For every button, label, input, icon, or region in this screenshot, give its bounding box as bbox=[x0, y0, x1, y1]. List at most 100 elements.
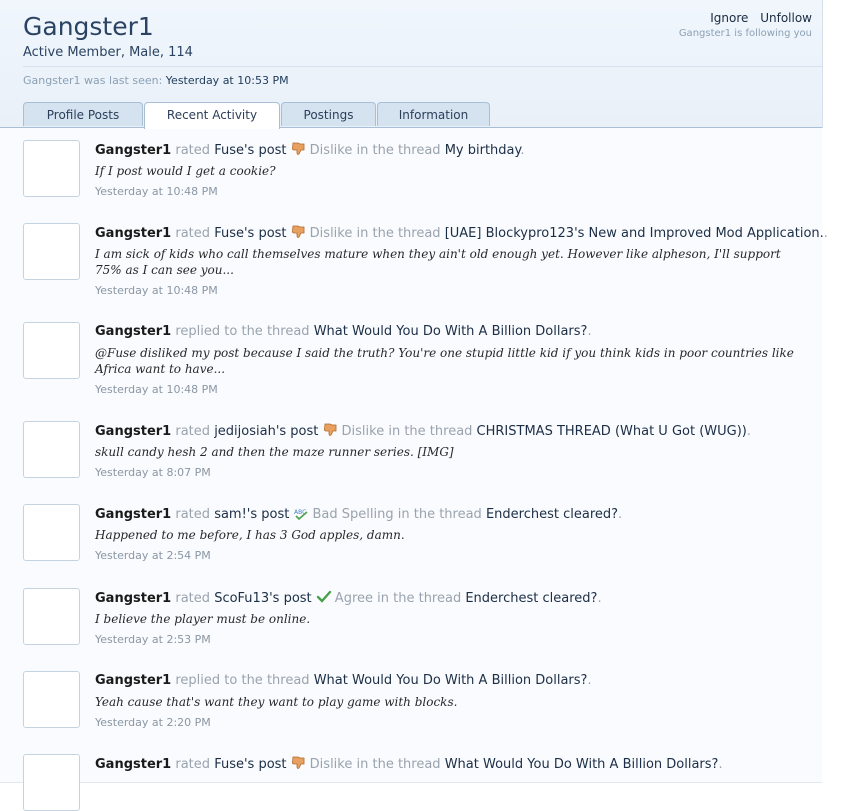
thread-link[interactable]: Enderchest cleared? bbox=[465, 591, 597, 606]
dislike-icon bbox=[291, 756, 307, 770]
thread-prefix: in the thread bbox=[397, 507, 482, 522]
dislike-icon bbox=[291, 225, 307, 239]
activity-time: Yesterday at 2:20 PM bbox=[95, 716, 211, 729]
avatar[interactable] bbox=[23, 588, 80, 645]
activity-post-link[interactable]: Fuse's post bbox=[214, 226, 286, 241]
header-divider bbox=[23, 66, 822, 67]
activity-user-link[interactable]: Gangster1 bbox=[95, 226, 171, 241]
activity-time: Yesterday at 2:54 PM bbox=[95, 549, 211, 562]
thread-link[interactable]: [UAE] Blockypro123's New and Improved Mo… bbox=[445, 226, 824, 241]
thread-prefix: in the thread bbox=[356, 226, 441, 241]
activity-summary: Gangster1 rated Fuse's post Dislike in t… bbox=[95, 225, 828, 241]
activity-post-link[interactable]: jedijosiah's post bbox=[214, 424, 318, 439]
activity-action: rated bbox=[175, 424, 211, 439]
activity-action: rated bbox=[175, 507, 211, 522]
dislike-icon bbox=[291, 142, 307, 156]
agree-icon bbox=[316, 590, 332, 604]
last-seen: Gangster1 was last seen: Yesterday at 10… bbox=[23, 74, 289, 87]
activity-user-link[interactable]: Gangster1 bbox=[95, 673, 171, 688]
thread-link[interactable]: What Would You Do With A Billion Dollars… bbox=[314, 324, 588, 339]
thread-link[interactable]: CHRISTMAS THREAD (What U Got (WUG)) bbox=[477, 424, 747, 439]
thread-link[interactable]: My birthday bbox=[445, 143, 521, 158]
tab-profile-posts[interactable]: Profile Posts bbox=[23, 102, 143, 126]
activity-summary: Gangster1 rated jedijosiah's post Dislik… bbox=[95, 423, 752, 439]
activity-item: Gangster1 rated ScoFu13's post Agree in … bbox=[0, 576, 822, 660]
activity-action: rated bbox=[175, 143, 211, 158]
activity-action: rated bbox=[175, 591, 211, 606]
activity-time: Yesterday at 10:48 PM bbox=[95, 284, 218, 297]
avatar[interactable] bbox=[23, 671, 80, 728]
activity-item: Gangster1 rated Fuse's post Dislike in t… bbox=[0, 211, 828, 311]
activity-snippet: I believe the player must be online. bbox=[95, 612, 311, 626]
thread-link[interactable]: Enderchest cleared? bbox=[486, 507, 618, 522]
activity-snippet: skull candy hesh 2 and then the maze run… bbox=[95, 445, 454, 459]
activity-item: Gangster1 replied to the thread What Wou… bbox=[0, 310, 822, 410]
rating-name: Agree bbox=[334, 591, 373, 606]
avatar[interactable] bbox=[23, 421, 80, 478]
tab-recent-activity[interactable]: Recent Activity bbox=[144, 102, 280, 129]
profile-actions: Ignore Unfollow bbox=[702, 11, 812, 25]
rating-name: Dislike bbox=[309, 226, 353, 241]
ignore-link[interactable]: Ignore bbox=[710, 11, 748, 25]
thread-link[interactable]: What Would You Do With A Billion Dollars… bbox=[314, 673, 588, 688]
activity-post-link[interactable]: Fuse's post bbox=[214, 757, 286, 772]
activity-summary: Gangster1 rated Fuse's post Dislike in t… bbox=[95, 142, 525, 158]
last-seen-value: Yesterday at 10:53 PM bbox=[165, 74, 289, 87]
activity-user-link[interactable]: Gangster1 bbox=[95, 507, 171, 522]
rating-name: Dislike bbox=[309, 757, 353, 772]
activity-time: Yesterday at 10:48 PM bbox=[95, 185, 218, 198]
activity-user-link[interactable]: Gangster1 bbox=[95, 324, 171, 339]
activity-post-link[interactable]: Fuse's post bbox=[214, 143, 286, 158]
tab-information[interactable]: Information bbox=[377, 102, 490, 126]
activity-summary: Gangster1 rated Fuse's post Dislike in t… bbox=[95, 756, 723, 772]
unfollow-link[interactable]: Unfollow bbox=[760, 11, 812, 25]
avatar[interactable] bbox=[23, 322, 80, 379]
activity-item: Gangster1 rated Fuse's post Dislike in t… bbox=[0, 742, 822, 811]
activity-post-link[interactable]: ScoFu13's post bbox=[214, 591, 311, 606]
dislike-icon bbox=[323, 423, 339, 437]
thread-link[interactable]: What Would You Do With A Billion Dollars… bbox=[445, 757, 719, 772]
last-seen-label: Gangster1 was last seen: bbox=[23, 74, 163, 87]
activity-user-link[interactable]: Gangster1 bbox=[95, 143, 171, 158]
activity-item: Gangster1 rated jedijosiah's post Dislik… bbox=[0, 409, 822, 493]
spelling-icon: ABC bbox=[294, 506, 310, 521]
activity-time: Yesterday at 8:07 PM bbox=[95, 466, 211, 479]
activity-snippet: I am sick of kids who call themselves ma… bbox=[95, 247, 781, 277]
profile-header: Gangster1 Active Member, Male, 114 Ignor… bbox=[0, 0, 823, 129]
activity-snippet: If I post would I get a cookie? bbox=[95, 164, 276, 178]
activity-snippet: Yeah cause that's want they want to play… bbox=[95, 695, 458, 709]
thread-prefix: in the thread bbox=[388, 424, 473, 439]
profile-user-title: Active Member, Male, 114 bbox=[23, 45, 193, 60]
activity-item: Gangster1 rated Fuse's post Dislike in t… bbox=[0, 128, 822, 212]
activity-time: Yesterday at 10:48 PM bbox=[95, 383, 218, 396]
activity-action: rated bbox=[175, 757, 211, 772]
avatar[interactable] bbox=[23, 754, 80, 811]
activity-user-link[interactable]: Gangster1 bbox=[95, 424, 171, 439]
activity-summary: Gangster1 replied to the thread What Wou… bbox=[95, 324, 592, 339]
activity-snippet: Happened to me before, I has 3 God apple… bbox=[95, 528, 405, 542]
activity-post-link[interactable]: sam!'s post bbox=[214, 507, 289, 522]
following-status: Gangster1 is following you bbox=[678, 28, 812, 39]
rating-name: Dislike bbox=[309, 143, 353, 158]
activity-action: rated bbox=[175, 226, 211, 241]
activity-summary: Gangster1 rated sam!'s post ABC Bad Spell… bbox=[95, 506, 623, 522]
activity-time: Yesterday at 2:53 PM bbox=[95, 633, 211, 646]
rating-name: Dislike bbox=[341, 424, 385, 439]
activity-snippet: @Fuse disliked my post because I said th… bbox=[95, 346, 794, 376]
rating-name: Bad Spelling bbox=[312, 507, 394, 522]
profile-username: Gangster1 bbox=[23, 12, 154, 41]
avatar[interactable] bbox=[23, 223, 80, 280]
activity-user-link[interactable]: Gangster1 bbox=[95, 757, 171, 772]
activity-action: replied to the thread bbox=[175, 673, 310, 688]
avatar[interactable] bbox=[23, 504, 80, 561]
activity-summary: Gangster1 rated ScoFu13's post Agree in … bbox=[95, 590, 602, 606]
tab-postings[interactable]: Postings bbox=[281, 102, 376, 126]
activity-user-link[interactable]: Gangster1 bbox=[95, 591, 171, 606]
thread-prefix: in the thread bbox=[356, 143, 441, 158]
activity-item: Gangster1 rated sam!'s post ABC Bad Spell… bbox=[0, 492, 822, 577]
thread-prefix: in the thread bbox=[356, 757, 441, 772]
thread-prefix: in the thread bbox=[377, 591, 462, 606]
activity-item: Gangster1 replied to the thread What Wou… bbox=[0, 659, 822, 743]
activity-summary: Gangster1 replied to the thread What Wou… bbox=[95, 673, 592, 688]
avatar[interactable] bbox=[23, 140, 80, 197]
